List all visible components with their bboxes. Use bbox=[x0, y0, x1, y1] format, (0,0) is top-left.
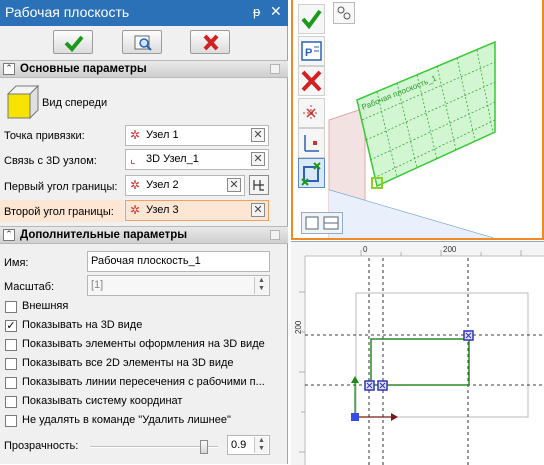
section-extra-title: Дополнительные параметры bbox=[20, 229, 188, 241]
checkbox-show-decor-3d-label: Показывать элементы оформления на 3D вид… bbox=[22, 338, 265, 350]
cancel-icon bbox=[203, 34, 219, 51]
section-main-header[interactable]: ⌃ Основные параметры bbox=[0, 60, 288, 78]
scroll-indicator bbox=[270, 230, 280, 240]
spinner-arrows-icon[interactable]: ▲ ▼ bbox=[254, 277, 268, 294]
section-extra-header[interactable]: ⌃ Дополнительные параметры bbox=[0, 226, 288, 244]
checkbox-show-intersections-label: Показывать линии пересечения с рабочими … bbox=[22, 376, 265, 388]
first-corner-label: Первый угол границы: bbox=[4, 181, 118, 193]
section-main-title: Основные параметры bbox=[20, 63, 147, 75]
checkbox-show-coords-label: Показывать систему координат bbox=[22, 395, 183, 407]
clear-icon[interactable]: ✕ bbox=[251, 152, 265, 166]
checkbox-show-2d-elements[interactable] bbox=[5, 358, 17, 370]
collapse-chevron-icon[interactable]: ⌃ bbox=[3, 229, 15, 241]
corner-link-icon[interactable] bbox=[249, 175, 269, 195]
ruler-left-200: 200 bbox=[294, 320, 303, 334]
clear-icon[interactable]: ✕ bbox=[251, 128, 265, 142]
checkbox-external-label: Внешняя bbox=[22, 300, 69, 312]
cancel-icon bbox=[301, 70, 322, 92]
checkbox-no-delete-label: Не удалять в команде "Удалить лишнее" bbox=[22, 414, 231, 426]
pin-icon[interactable]: ᵽ bbox=[253, 4, 260, 19]
scale-label: Масштаб: bbox=[4, 281, 55, 293]
anchor-point-label: Точка привязки: bbox=[4, 130, 85, 142]
view-layout-buttons[interactable] bbox=[301, 212, 343, 234]
node-select-button[interactable] bbox=[298, 98, 325, 128]
spinner-arrows-icon[interactable]: ▲ ▼ bbox=[254, 437, 268, 453]
view-label: Вид спереди bbox=[42, 97, 108, 109]
name-input[interactable]: Рабочая плоскость_1 bbox=[87, 251, 270, 272]
clear-icon[interactable]: ✕ bbox=[227, 178, 241, 192]
close-icon[interactable]: ✕ bbox=[270, 3, 282, 20]
checkbox-show-3d[interactable]: ✓ bbox=[5, 320, 17, 332]
link-3d-node-field[interactable]: ⌞ 3D Узел_1 ✕ bbox=[125, 149, 269, 170]
properties-panel: Рабочая плоскость ᵽ ✕ ⌃ Основные парамет… bbox=[0, 0, 288, 464]
axis-node-button[interactable] bbox=[298, 128, 325, 158]
3d-scene: Рабочая плоскость_1 bbox=[328, 40, 496, 238]
check-icon bbox=[301, 9, 322, 30]
ruler-top-200: 200 bbox=[443, 245, 457, 254]
checkbox-show-decor-3d[interactable] bbox=[5, 339, 17, 351]
slider-thumb[interactable] bbox=[200, 440, 208, 454]
properties-button[interactable]: P bbox=[298, 36, 325, 66]
node-icon: ✲ bbox=[130, 203, 141, 217]
front-view-cube-icon[interactable] bbox=[4, 84, 40, 120]
checkbox-show-2d-elements-label: Показывать все 2D элементы на 3D виде bbox=[22, 357, 234, 369]
view-options-icon[interactable] bbox=[333, 2, 355, 24]
second-corner-field[interactable]: ✲ Узел 3 ✕ bbox=[125, 200, 269, 221]
ruler-top-0: 0 bbox=[363, 245, 368, 254]
axis-icon bbox=[304, 135, 319, 152]
corner-select-button[interactable] bbox=[298, 158, 325, 188]
second-corner-label: Второй угол границы: bbox=[4, 206, 114, 218]
checkbox-external[interactable] bbox=[5, 301, 17, 313]
transparency-slider[interactable] bbox=[90, 440, 218, 454]
node-point-icon bbox=[303, 105, 319, 121]
panel-title: Рабочая плоскость bbox=[5, 4, 130, 20]
svg-text:P: P bbox=[305, 47, 312, 59]
3d-viewport[interactable]: Рабочая плоскость_1 bbox=[291, 0, 544, 240]
collapse-chevron-icon[interactable]: ⌃ bbox=[3, 63, 15, 75]
name-label: Имя: bbox=[4, 257, 29, 269]
cancel-button[interactable] bbox=[190, 30, 230, 54]
checkbox-no-delete[interactable] bbox=[5, 415, 17, 427]
check-icon bbox=[64, 35, 84, 52]
scroll-indicator bbox=[270, 64, 280, 74]
checkbox-show-intersections[interactable] bbox=[5, 377, 17, 389]
transparency-input[interactable]: 0.9 ▲ ▼ bbox=[227, 435, 270, 455]
first-corner-field[interactable]: ✲ Узел 2 ✕ bbox=[125, 175, 245, 196]
preview-icon bbox=[134, 35, 152, 51]
clear-icon[interactable]: ✕ bbox=[251, 203, 265, 217]
node-icon: ✲ bbox=[130, 128, 141, 142]
checkbox-show-3d-label: Показывать на 3D виде bbox=[22, 319, 143, 331]
anchor-point-field[interactable]: ✲ Узел 1 ✕ bbox=[125, 125, 269, 146]
2d-viewport[interactable]: 0 200 200 bbox=[291, 241, 544, 465]
link-3d-node-label: Связь с 3D узлом: bbox=[4, 155, 97, 167]
slider-track bbox=[90, 446, 218, 448]
transparency-label: Прозрачность: bbox=[4, 440, 79, 452]
scale-input[interactable]: [1] ▲ ▼ bbox=[87, 275, 270, 296]
corner-select-icon bbox=[301, 162, 321, 186]
checkbox-show-coords[interactable] bbox=[5, 396, 17, 408]
3d-node-icon: ⌞ bbox=[130, 152, 136, 166]
cancel-command-button[interactable] bbox=[298, 66, 325, 96]
properties-panel-icon: P bbox=[301, 41, 322, 61]
node-icon: ✲ bbox=[130, 178, 141, 192]
ok-button[interactable] bbox=[53, 30, 93, 54]
2d-scene: 0 200 200 bbox=[291, 242, 544, 465]
panel-title-bar: Рабочая плоскость ᵽ ✕ bbox=[0, 0, 288, 26]
preview-button[interactable] bbox=[122, 30, 162, 54]
apply-button[interactable] bbox=[298, 4, 325, 34]
